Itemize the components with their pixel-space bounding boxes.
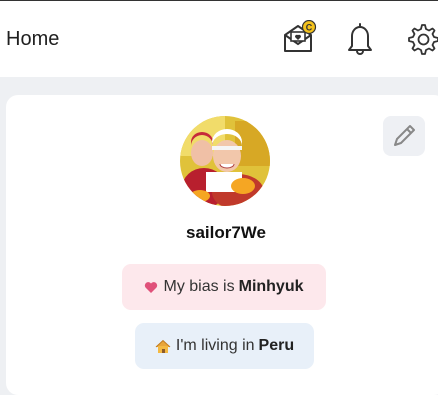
coin-badge-label: C (306, 23, 313, 33)
pencil-icon (394, 125, 415, 146)
bias-pill[interactable]: My bias is Minhyuk (122, 264, 326, 310)
avatar[interactable] (180, 116, 270, 206)
edit-profile-button[interactable] (383, 116, 425, 156)
mail-coin-icon[interactable]: C (281, 19, 317, 56)
bias-name: Minhyuk (238, 278, 304, 295)
profile-card: sailor7We My bias is Minhyuk I'm living … (6, 95, 438, 395)
heart-icon (145, 281, 158, 293)
living-pill[interactable]: I'm living in Peru (135, 323, 314, 369)
living-place: Peru (258, 337, 295, 354)
bell-icon[interactable] (343, 20, 379, 56)
bias-prefix: My bias is (163, 278, 235, 295)
gear-icon[interactable] (404, 20, 438, 56)
username: sailor7We (185, 223, 266, 242)
house-icon (155, 339, 171, 353)
page-title: Home (6, 28, 60, 50)
living-prefix: I'm living in (175, 337, 255, 354)
top-header: Home C (0, 0, 438, 77)
